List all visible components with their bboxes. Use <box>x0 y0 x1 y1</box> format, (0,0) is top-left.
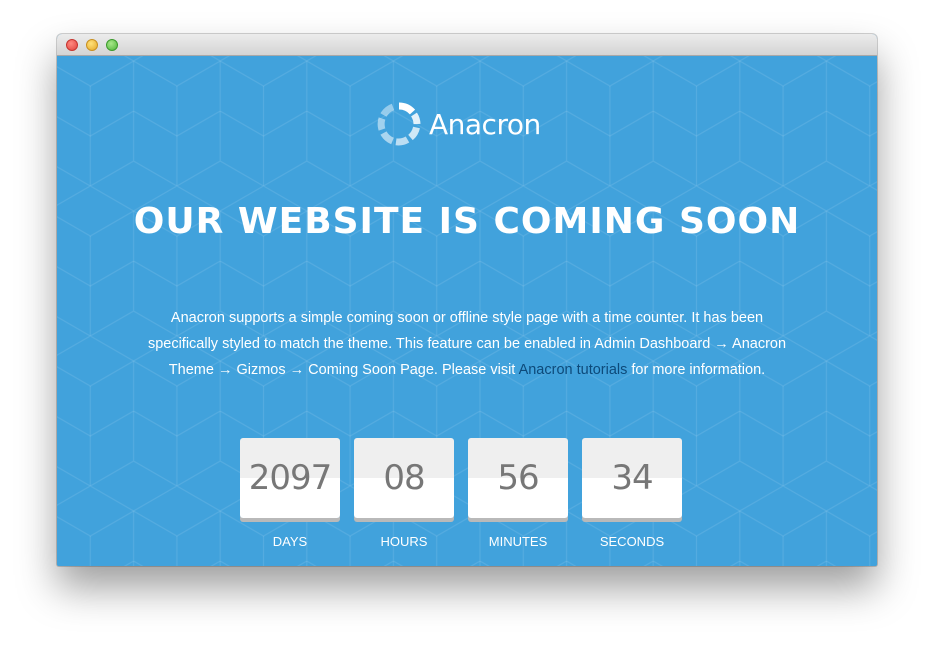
countdown-days-value: 2097 <box>240 438 340 518</box>
countdown-minutes-label: MINUTES <box>488 534 548 549</box>
maximize-window-button[interactable] <box>106 39 118 51</box>
countdown-hours-value: 08 <box>354 438 454 518</box>
countdown-seconds-label: SECONDS <box>599 534 665 549</box>
browser-window: Anacron OUR WEBSITE IS COMING SOON Anacr… <box>57 34 877 566</box>
coming-soon-page: Anacron OUR WEBSITE IS COMING SOON Anacr… <box>57 56 877 566</box>
brand-logo[interactable]: Anacron <box>377 102 541 146</box>
page-headline: OUR WEBSITE IS COMING SOON <box>133 201 801 242</box>
countdown-minutes: 56 MINUTES <box>468 438 568 549</box>
countdown-seconds-value: 34 <box>582 438 682 518</box>
tutorials-link[interactable]: Anacron tutorials <box>519 362 628 378</box>
countdown-hours: 08 HOURS <box>354 438 454 549</box>
brand-name: Anacron <box>429 107 541 141</box>
countdown-days-label: DAYS <box>272 534 308 549</box>
page-description: Anacron supports a simple coming soon or… <box>142 305 792 383</box>
window-titlebar <box>57 34 877 56</box>
countdown-minutes-value: 56 <box>468 438 568 518</box>
close-window-button[interactable] <box>66 39 78 51</box>
description-text-end: for more information. <box>627 362 766 378</box>
countdown-seconds: 34 SECONDS <box>582 438 682 549</box>
segmented-ring-logo-icon <box>377 102 421 146</box>
countdown-hours-label: HOURS <box>380 534 428 549</box>
countdown-days: 2097 DAYS <box>240 438 340 549</box>
minimize-window-button[interactable] <box>86 39 98 51</box>
